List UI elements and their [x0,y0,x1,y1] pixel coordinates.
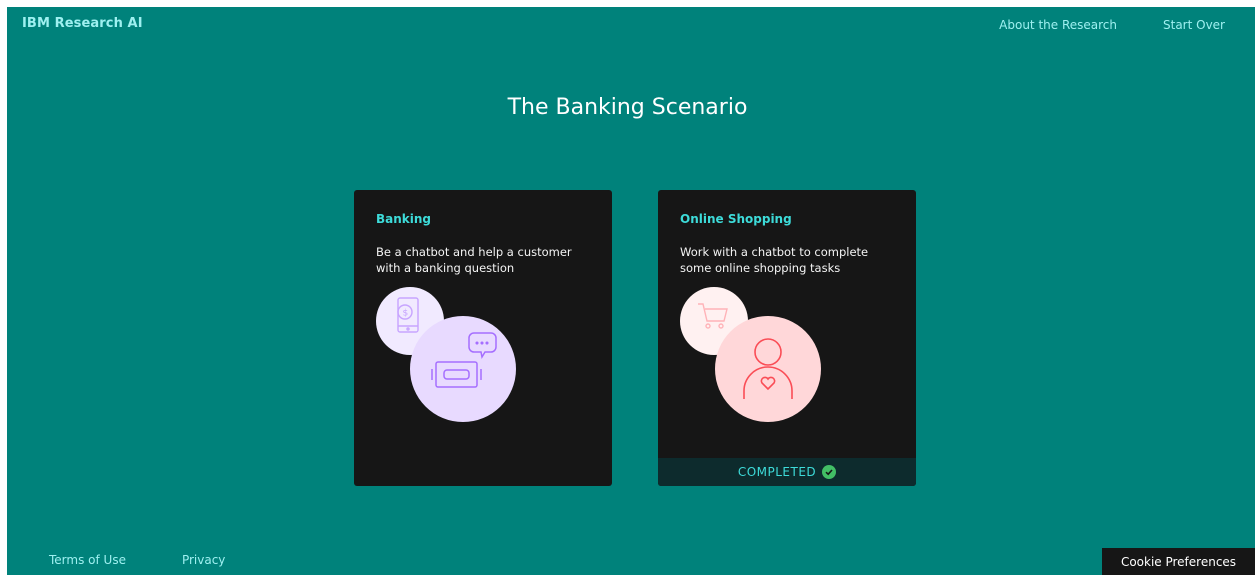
nav-about-research-link[interactable]: About the Research [999,18,1117,32]
card-title: Online Shopping [680,212,792,226]
customer-circle [715,316,821,422]
card-banking[interactable]: Banking Be a chatbot and help a customer… [354,190,612,486]
top-nav: About the Research Start Over [999,18,1225,32]
completed-status-bar: COMPLETED [658,458,916,486]
chatbot-banking-icon: $ [376,286,526,422]
card-online-shopping[interactable]: Online Shopping Work with a chatbot to c… [658,190,916,486]
terms-of-use-link[interactable]: Terms of Use [49,553,126,567]
privacy-link[interactable]: Privacy [182,553,225,567]
brand-logo[interactable]: IBM Research AI [22,16,143,31]
chatbot-circle [410,316,516,422]
card-description: Be a chatbot and help a customer with a … [376,245,572,275]
svg-text:$: $ [403,309,409,319]
nav-start-over-link[interactable]: Start Over [1163,18,1225,32]
shopping-customer-icon [680,286,830,422]
app-background: IBM Research AI About the Research Start… [7,7,1255,575]
cookie-preferences-button[interactable]: Cookie Preferences [1102,548,1255,575]
footer-links: Terms of Use Privacy [49,553,225,567]
page-title: The Banking Scenario [507,95,748,120]
completed-status-label: COMPLETED [737,465,817,479]
checkmark-icon [822,465,837,479]
card-title: Banking [376,212,432,226]
card-description: Work with a chatbot to complete some onl… [680,245,869,275]
